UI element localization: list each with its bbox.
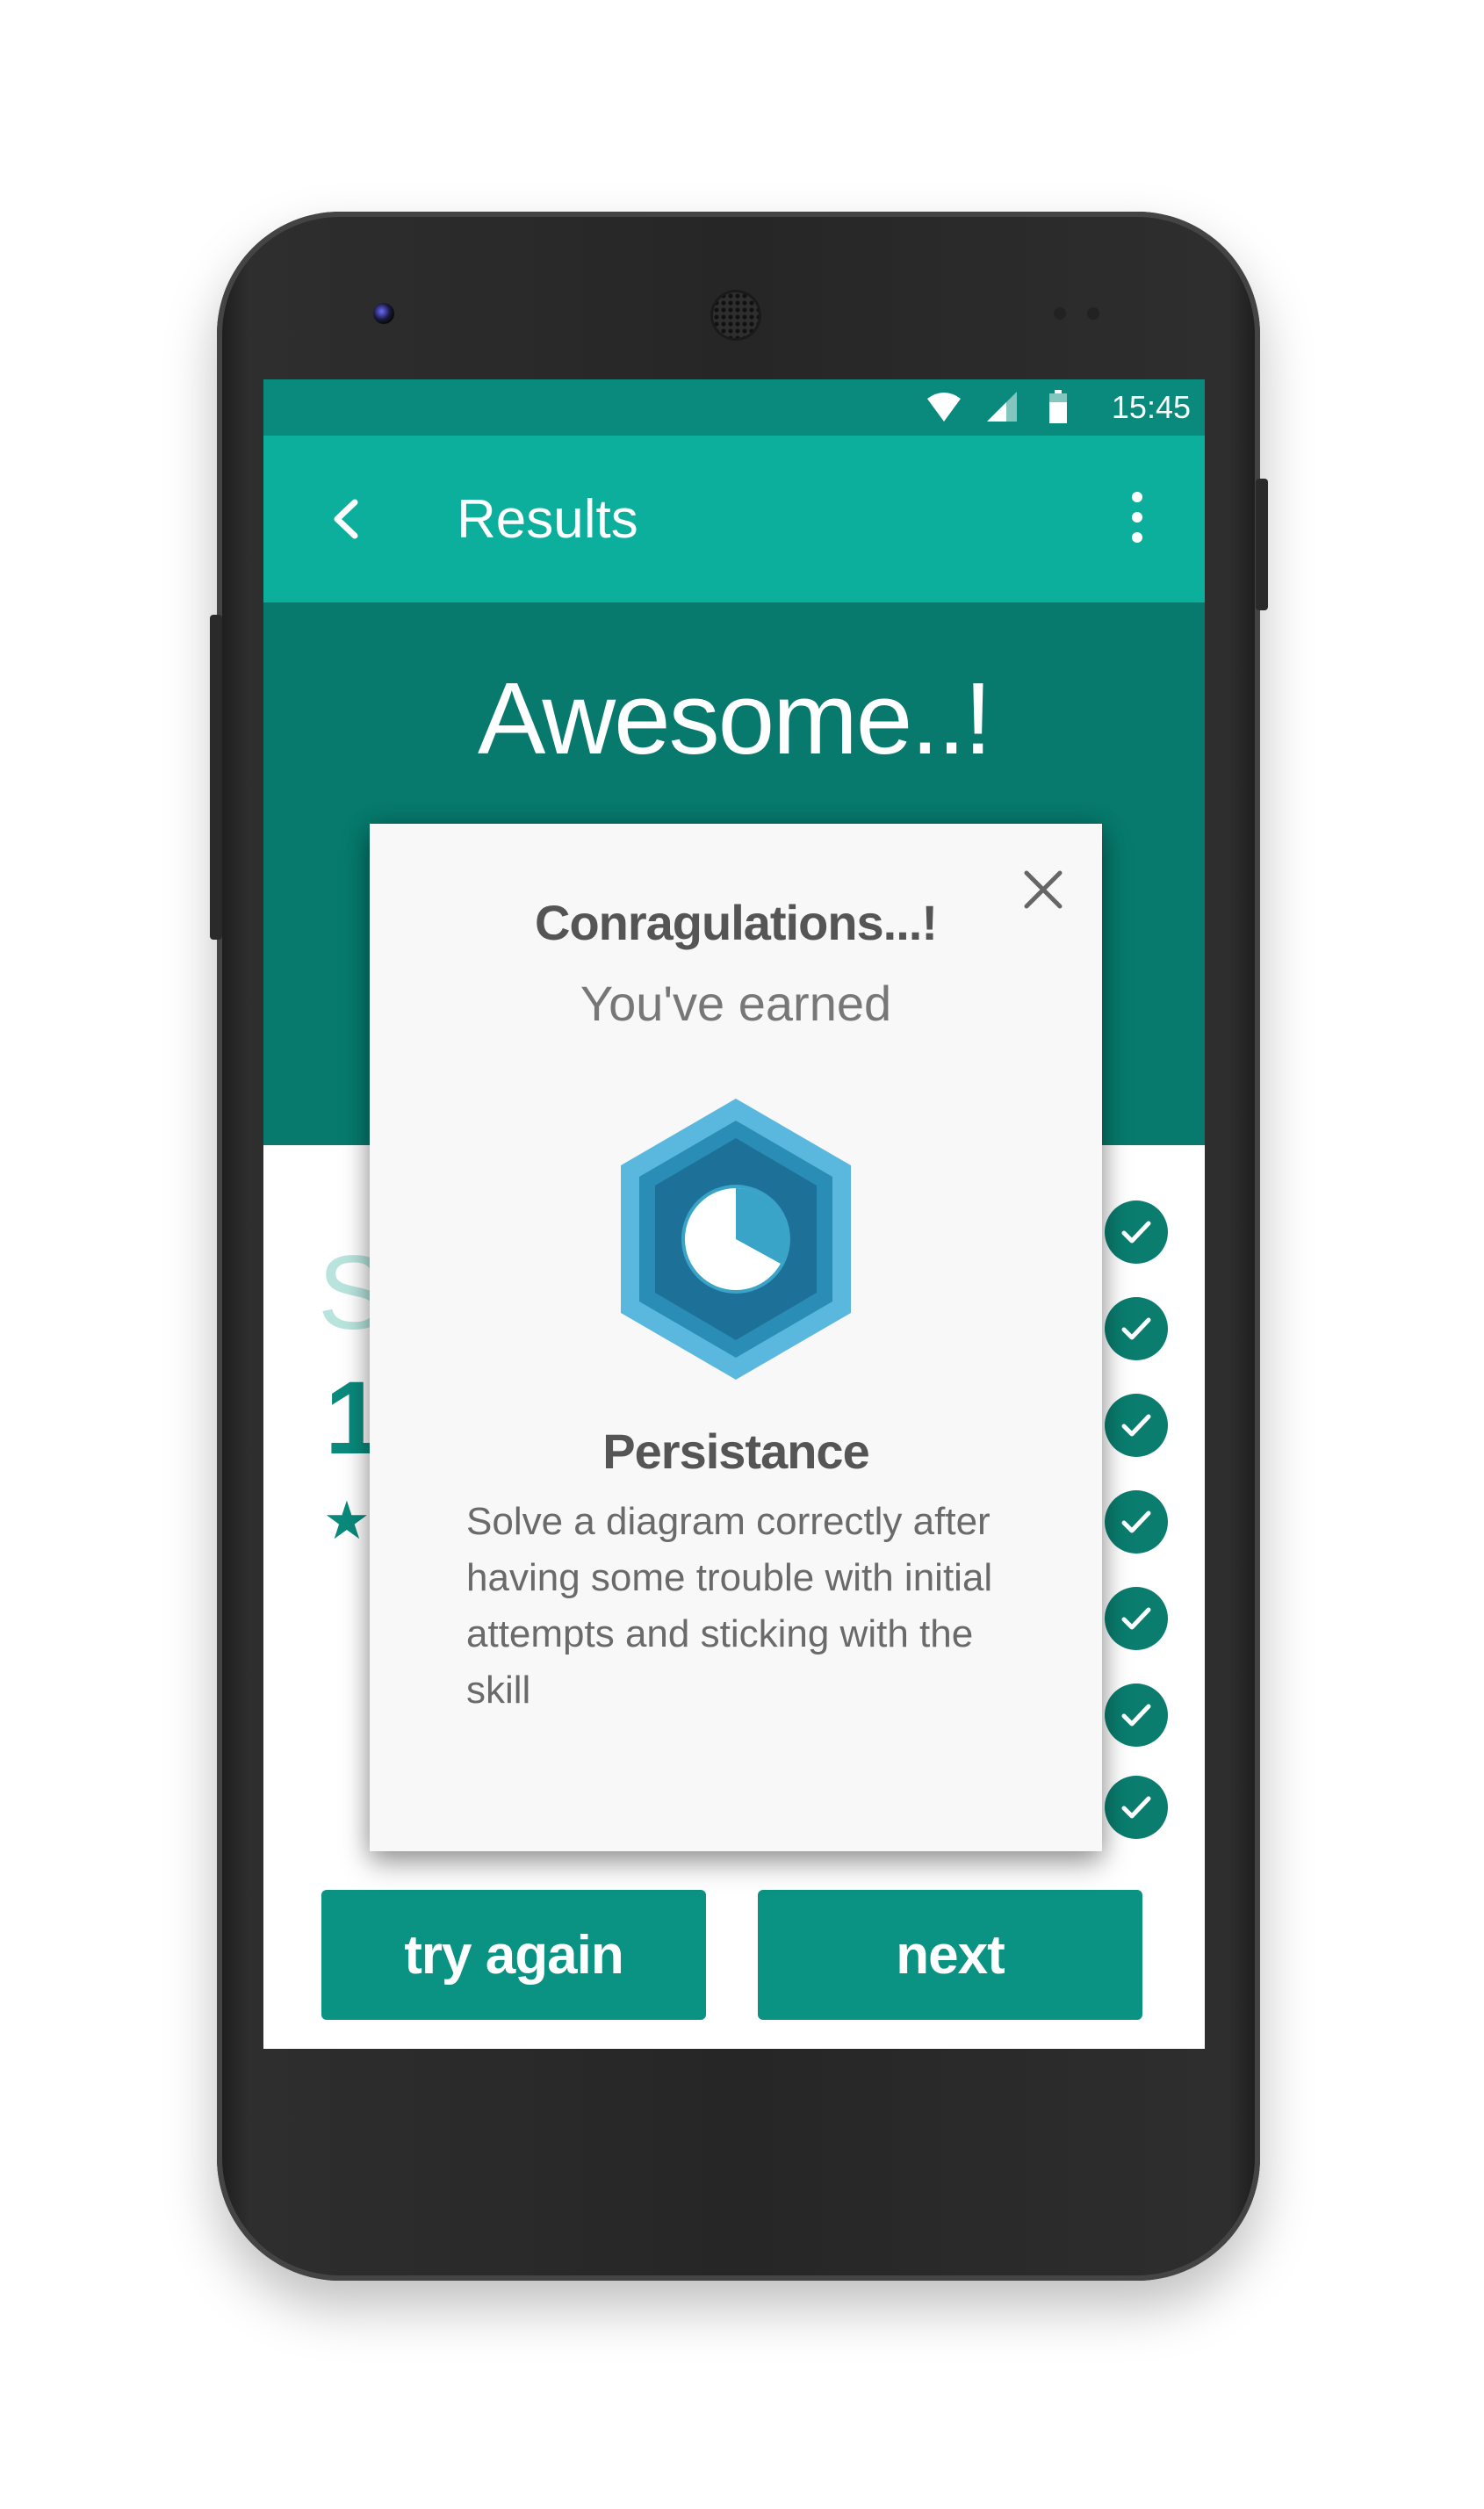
wifi-icon [927, 393, 961, 422]
next-button[interactable]: next [758, 1890, 1142, 2020]
battery-icon [1049, 390, 1067, 423]
signal-icon [987, 392, 1017, 422]
status-bar: 15:45 [263, 379, 1205, 436]
status-time: 15:45 [1111, 389, 1191, 425]
try-again-button[interactable]: try again [321, 1890, 706, 2020]
dialog-title: Conragulations...! [535, 895, 938, 950]
check-icon [1105, 1490, 1168, 1554]
hero-title: Awesome..! [478, 661, 992, 775]
phone-screen: 15:45 Results Awesome..! S 1 ★ try again… [263, 379, 1205, 2049]
check-icon [1105, 1297, 1168, 1360]
more-vertical-icon[interactable] [1124, 487, 1150, 548]
check-icon [1105, 1683, 1168, 1747]
volume-button [210, 615, 222, 940]
hexagon-pie-badge-icon [621, 1099, 851, 1380]
badge-name: Persistance [602, 1424, 869, 1479]
dialog-subtitle: You've earned [580, 976, 892, 1031]
front-camera [373, 303, 394, 324]
check-icon [1105, 1200, 1168, 1264]
light-sensor [1087, 307, 1099, 320]
earpiece-speaker [713, 292, 759, 338]
power-button [1256, 479, 1268, 610]
page-title: Results [457, 489, 638, 550]
achievement-dialog: Conragulations...! You've earned Persist… [370, 824, 1102, 1851]
star-icon: ★ [323, 1491, 371, 1550]
chevron-left-icon[interactable] [316, 488, 378, 550]
app-bar: Results [263, 436, 1205, 602]
check-icon [1105, 1394, 1168, 1457]
check-icon [1105, 1587, 1168, 1650]
check-icon [1105, 1776, 1168, 1839]
proximity-sensor [1054, 307, 1066, 320]
badge-description: Solve a diagram correctly after having s… [466, 1500, 993, 1712]
